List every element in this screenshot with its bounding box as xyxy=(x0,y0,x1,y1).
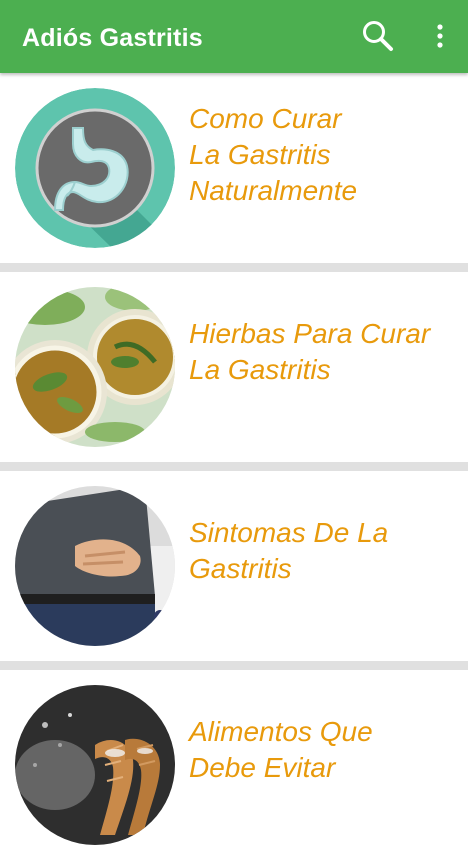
stomach-pain-photo xyxy=(15,486,175,646)
app-bar: Adiós Gastritis xyxy=(0,0,468,73)
list-item-hierbas[interactable]: Hierbas Para Curar La Gastritis xyxy=(0,272,468,462)
churros-photo xyxy=(15,685,175,845)
app-title: Adiós Gastritis xyxy=(22,24,203,52)
item-title: Sintomas De La Gastritis xyxy=(189,517,389,584)
herbal-tea-photo xyxy=(15,287,175,447)
overflow-menu-button[interactable] xyxy=(420,16,460,56)
search-button[interactable] xyxy=(358,16,398,56)
item-title: Hierbas Para Curar La Gastritis xyxy=(189,318,431,385)
list-item-alimentos[interactable]: Alimentos Que Debe Evitar xyxy=(0,670,468,860)
list-item-sintomas[interactable]: Sintomas De La Gastritis xyxy=(0,471,468,661)
more-vert-icon xyxy=(437,24,443,48)
divider xyxy=(0,263,468,272)
search-icon xyxy=(363,21,393,51)
list-item-como-curar[interactable]: Como Curar La Gastritis Naturalmente xyxy=(0,73,468,263)
stomach-icon xyxy=(15,88,175,248)
item-title: Alimentos Que Debe Evitar xyxy=(189,716,373,783)
divider xyxy=(0,462,468,471)
item-title: Como Curar La Gastritis Naturalmente xyxy=(189,103,358,206)
divider xyxy=(0,661,468,670)
